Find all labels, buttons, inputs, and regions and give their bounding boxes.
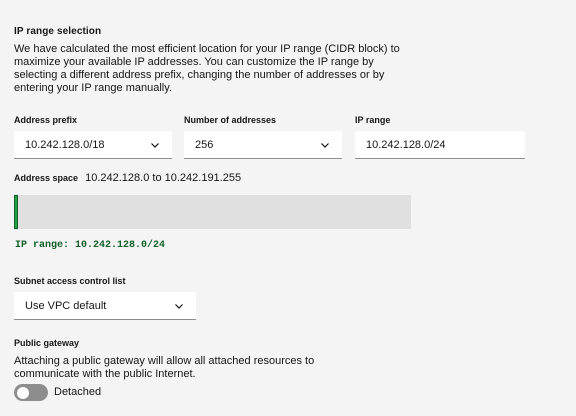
- ip-range-input[interactable]: 10.242.128.0/24: [355, 131, 525, 159]
- public-gateway-description: Attaching a public gateway will allow al…: [14, 355, 315, 380]
- ip-range-input-value: 10.242.128.0/24: [366, 138, 446, 151]
- subnet-ip-config-page: IP range selection We have calculated th…: [0, 0, 576, 416]
- chevron-down-icon: [321, 143, 329, 148]
- ip-range-note: IP range: 10.242.128.0/24: [15, 240, 166, 251]
- address-space-label: Address space: [14, 173, 79, 183]
- address-prefix-label: Address prefix: [14, 115, 78, 125]
- address-prefix-value: 10.242.128.0/18: [25, 138, 105, 151]
- number-of-addresses-value: 256: [195, 138, 214, 151]
- public-gateway-toggle-state: Detached: [54, 386, 102, 398]
- ip-range-selection-title: IP range selection: [14, 26, 102, 37]
- subnet-acl-dropdown[interactable]: Use VPC default: [14, 292, 196, 320]
- selected-ip-range-marker[interactable]: [14, 195, 18, 229]
- address-space-value: 10.242.128.0 to 10.242.191.255: [85, 172, 242, 184]
- toggle-knob: [17, 386, 29, 399]
- address-space-row: Address space 10.242.128.0 to 10.242.191…: [14, 172, 241, 184]
- number-of-addresses-dropdown[interactable]: 256: [184, 131, 342, 159]
- public-gateway-title: Public gateway: [14, 338, 80, 348]
- address-space-bar[interactable]: [14, 195, 411, 229]
- chevron-down-icon: [151, 143, 159, 148]
- subnet-acl-value: Use VPC default: [25, 299, 107, 312]
- number-of-addresses-label: Number of addresses: [184, 115, 277, 125]
- address-prefix-dropdown[interactable]: 10.242.128.0/18: [14, 131, 172, 159]
- chevron-down-icon: [175, 304, 183, 309]
- ip-range-label: IP range: [355, 115, 391, 125]
- public-gateway-toggle[interactable]: [14, 384, 48, 401]
- ip-range-selection-description: We have calculated the most efficient lo…: [14, 43, 400, 94]
- subnet-acl-label: Subnet access control list: [14, 276, 126, 286]
